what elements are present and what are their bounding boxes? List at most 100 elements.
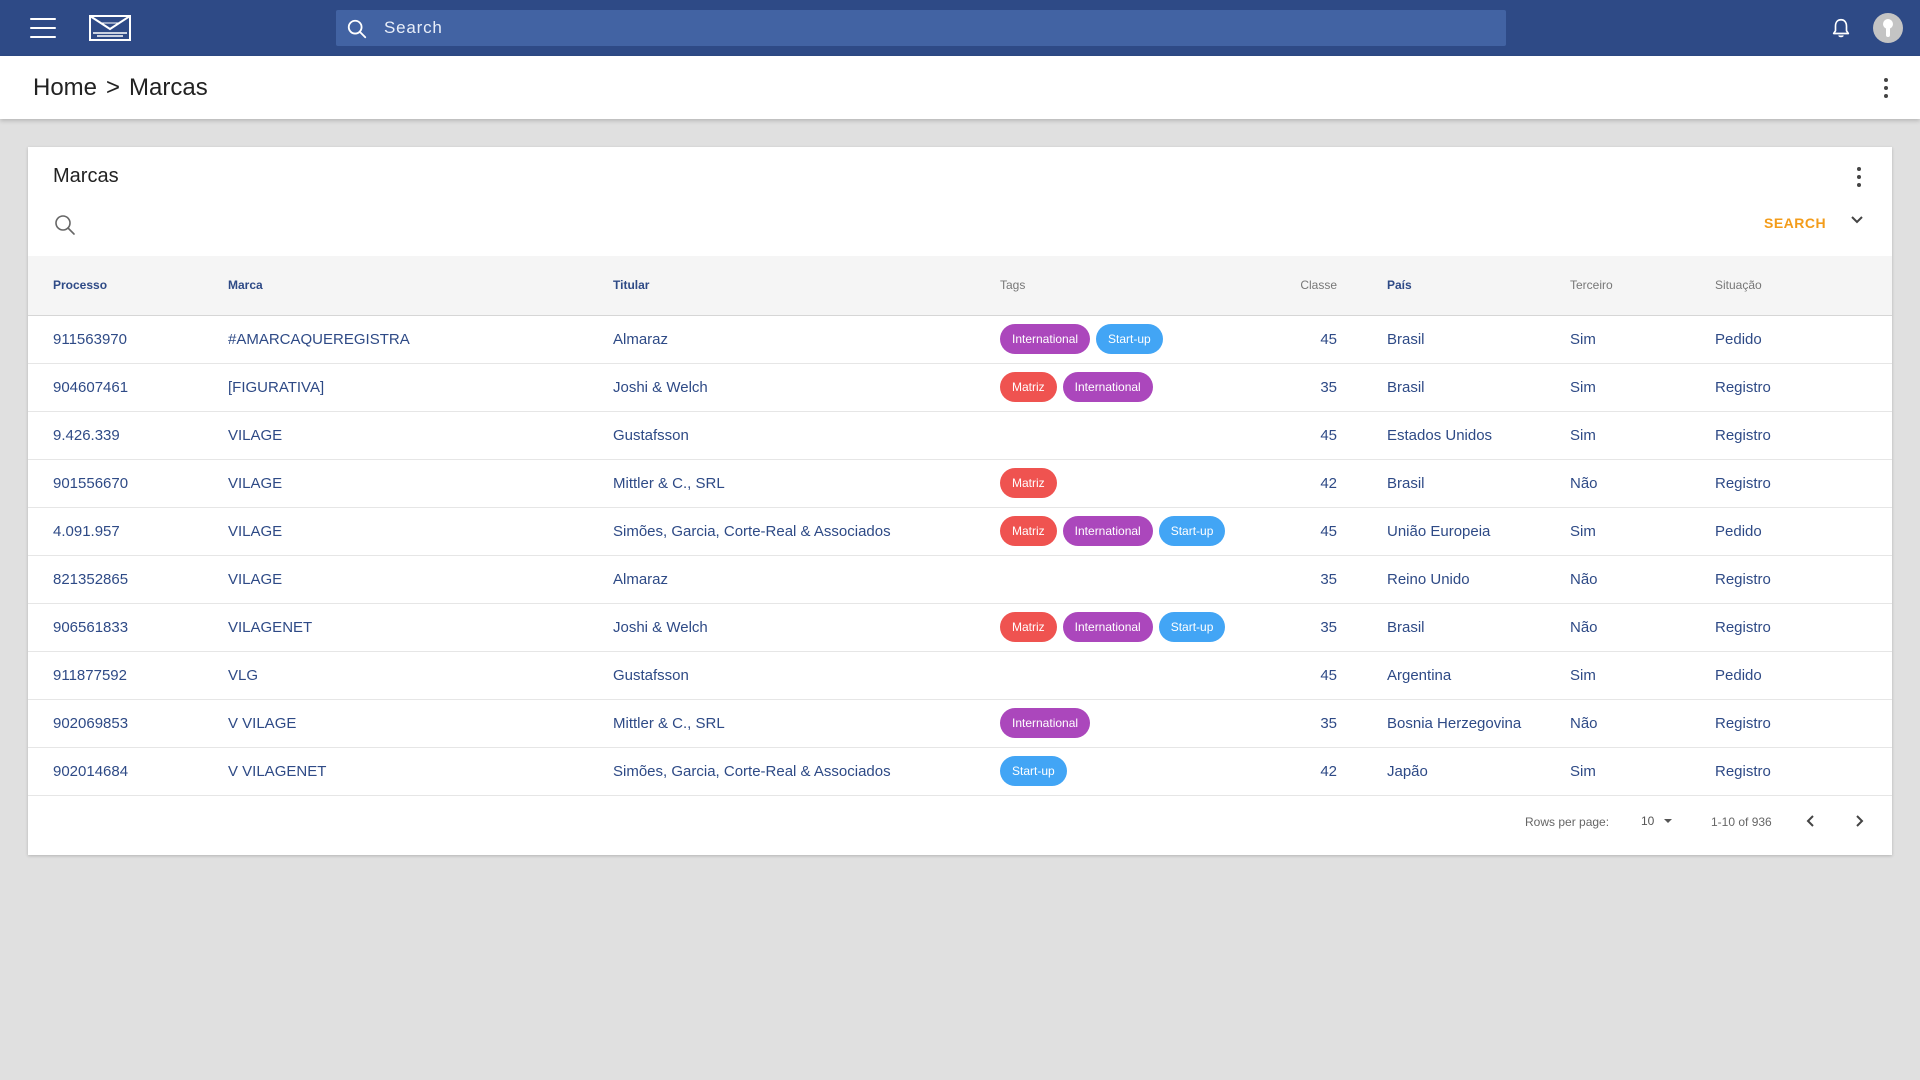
cell-processo[interactable]: 902069853 [28,699,228,748]
tag-chip[interactable]: Start-up [1158,612,1226,642]
cell-classe: 35 [1250,555,1337,604]
cell-processo[interactable]: 911877592 [28,651,228,700]
header-situacao[interactable]: Situação [1715,256,1892,316]
header-pais[interactable]: País [1337,256,1570,316]
cell-tags [1000,555,1250,604]
cell-situacao: Pedido [1715,315,1892,364]
cell-processo[interactable]: 904607461 [28,363,228,412]
cell-titular[interactable]: Simões, Garcia, Corte-Real & Associados [613,507,1000,556]
cell-processo[interactable]: 902014684 [28,747,228,796]
user-avatar[interactable] [1873,13,1903,43]
table-row[interactable]: 902014684 V VILAGENET Simões, Garcia, Cort… [28,747,1892,796]
cell-classe: 45 [1250,411,1337,460]
global-search-input[interactable] [384,10,1484,46]
tag-chip[interactable]: Matriz [1000,372,1057,402]
cell-marca[interactable]: VILAGE [228,507,613,556]
tag-chip[interactable]: Start-up [1096,324,1163,354]
cell-tags: International [1000,699,1250,748]
table-row[interactable]: 902069853 V VILAGE Mittler & C., SRL Intern… [28,699,1892,748]
chevron-down-icon[interactable] [1848,211,1866,229]
cell-processo[interactable]: 4.091.957 [28,507,228,556]
header-classe[interactable]: Classe [1250,256,1337,316]
cell-situacao: Registro [1715,411,1892,460]
cell-marca[interactable]: VLG [228,651,613,700]
tag-chip[interactable]: International [1062,372,1153,402]
table-row[interactable]: 911877592 VLG Gustafsson 45 Argentina Sim Pedi… [28,651,1892,700]
cell-situacao: Registro [1715,363,1892,412]
pagination: Rows per page: 10 1-10 of 936 [28,793,1892,853]
cell-marca[interactable]: VILAGE [228,459,613,508]
cell-pais: Japão [1337,747,1570,796]
cell-pais: Brasil [1337,363,1570,412]
user-avatar-icon [1883,19,1893,37]
table-row[interactable]: 911563970 #AMARCAQUEREGISTRA Almaraz Intern… [28,315,1892,364]
table-row[interactable]: 906561833 VILAGENET Joshi & Welch Matriz Int… [28,603,1892,652]
breadcrumb-home[interactable]: Home [33,74,97,102]
cell-processo[interactable]: 821352865 [28,555,228,604]
cell-processo[interactable]: 9.426.339 [28,411,228,460]
previous-page-icon[interactable] [1802,812,1820,830]
tag-chip[interactable]: International [1000,708,1091,738]
cell-titular[interactable]: Almaraz [613,315,1000,364]
table-row[interactable]: 4.091.957 VILAGE Simões, Garcia, Corte-Rea… [28,507,1892,556]
table-row[interactable]: 901556670 VILAGE Mittler & C., SRL Matriz 42… [28,459,1892,508]
search-action-button[interactable]: SEARCH [1764,215,1826,231]
cell-titular[interactable]: Mittler & C., SRL [613,459,1000,508]
next-page-icon[interactable] [1850,812,1868,830]
tag-chip[interactable]: Start-up [1158,516,1226,546]
tag-chip[interactable]: Start-up [1000,756,1067,786]
header-marca[interactable]: Marca [228,256,613,316]
tag-chip[interactable]: International [1062,612,1153,642]
header-titular[interactable]: Titular [613,256,1000,316]
table-search-icon[interactable] [53,213,77,237]
cell-tags: Matriz [1000,459,1250,508]
cell-classe: 35 [1250,363,1337,412]
cell-titular[interactable]: Simões, Garcia, Corte-Real & Associados [613,747,1000,796]
cell-titular[interactable]: Mittler & C., SRL [613,699,1000,748]
cell-situacao: Registro [1715,459,1892,508]
global-search-bar[interactable] [336,10,1506,46]
cell-situacao: Pedido [1715,507,1892,556]
cell-marca[interactable]: V VILAGENET [228,747,613,796]
table-row[interactable]: 9.426.339 VILAGE Gustafsson 45 Estados Unido… [28,411,1892,460]
tag-chip[interactable]: International [1062,516,1153,546]
cell-processo[interactable]: 911563970 [28,315,228,364]
cell-processo[interactable]: 906561833 [28,603,228,652]
cell-terceiro: Sim [1570,363,1715,412]
cell-pais: Brasil [1337,459,1570,508]
cell-terceiro: Não [1570,603,1715,652]
cell-pais: Brasil [1337,315,1570,364]
cell-processo[interactable]: 901556670 [28,459,228,508]
header-processo[interactable]: Processo [28,256,228,316]
cell-marca[interactable]: V VILAGE [228,699,613,748]
tag-chip[interactable]: Matriz [1000,468,1057,498]
cell-marca[interactable]: VILAGENET [228,603,613,652]
brand-logo[interactable] [89,15,131,41]
notification-bell-icon[interactable] [1830,17,1852,39]
cell-terceiro: Não [1570,555,1715,604]
hamburger-menu-icon[interactable] [30,16,56,40]
cell-terceiro: Sim [1570,747,1715,796]
cell-titular[interactable]: Gustafsson [613,651,1000,700]
tag-chip[interactable]: International [1000,324,1091,354]
page-more-options-icon[interactable] [1883,78,1889,98]
header-tags: Tags [1000,256,1250,316]
pagination-range: 1-10 of 936 [1711,815,1772,829]
cell-classe: 35 [1250,699,1337,748]
cell-marca[interactable]: VILAGE [228,411,613,460]
cell-titular[interactable]: Almaraz [613,555,1000,604]
cell-marca[interactable]: [FIGURATIVA] [228,363,613,412]
rows-per-page-select[interactable]: 10 [1641,809,1674,833]
cell-marca[interactable]: VILAGE [228,555,613,604]
cell-titular[interactable]: Joshi & Welch [613,363,1000,412]
table-row[interactable]: 821352865 VILAGE Almaraz 35 Reino Unido Não Re… [28,555,1892,604]
header-terceiro[interactable]: Terceiro [1570,256,1715,316]
cell-marca[interactable]: #AMARCAQUEREGISTRA [228,315,613,364]
cell-titular[interactable]: Gustafsson [613,411,1000,460]
table-row[interactable]: 904607461 [FIGURATIVA] Joshi & Welch Matriz… [28,363,1892,412]
card-more-options-icon[interactable] [1856,167,1862,187]
tag-chip[interactable]: Matriz [1000,516,1057,546]
cell-titular[interactable]: Joshi & Welch [613,603,1000,652]
marcas-card: Marcas SEARCH Processo Marca Titular Tag… [28,147,1892,855]
tag-chip[interactable]: Matriz [1000,612,1057,642]
